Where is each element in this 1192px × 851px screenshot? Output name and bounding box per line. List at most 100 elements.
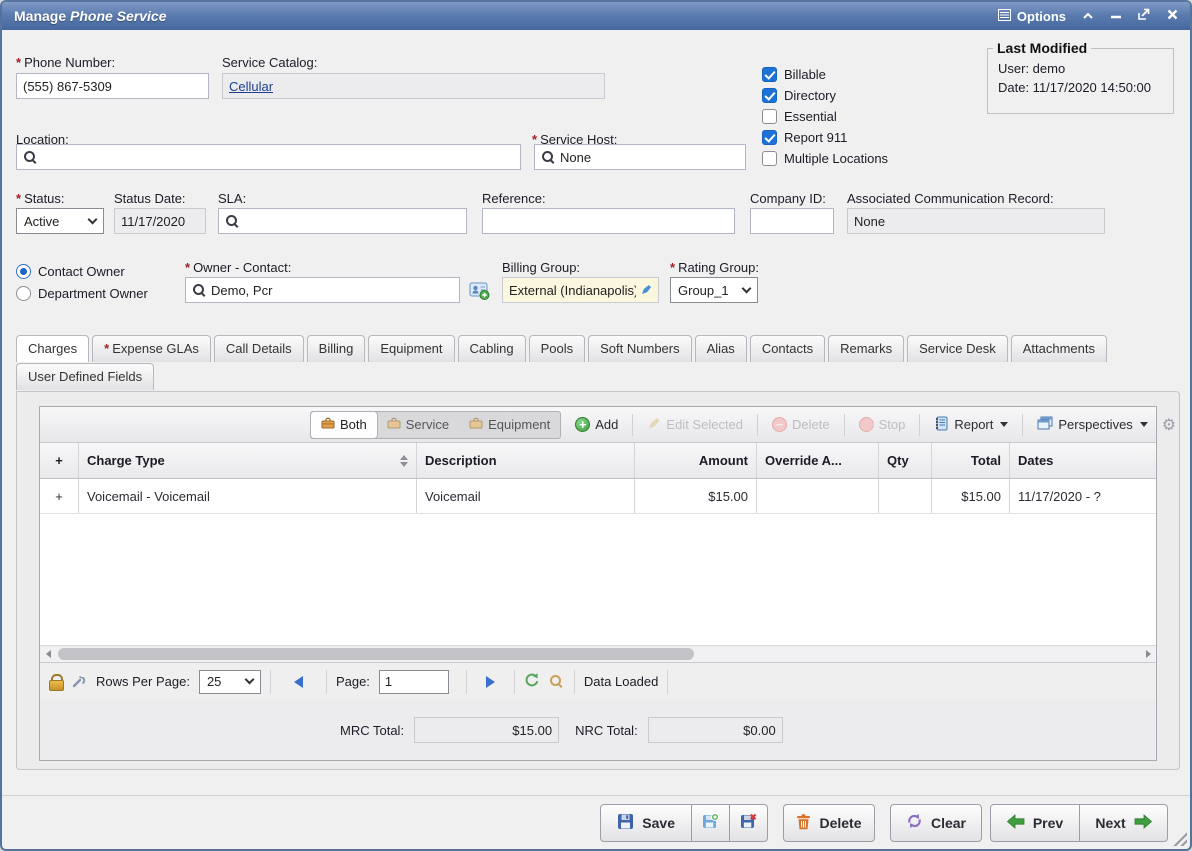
tab-billing[interactable]: Billing — [307, 335, 366, 362]
stop-button[interactable]: Stop — [852, 412, 913, 438]
contact-owner-label: Contact Owner — [38, 264, 125, 279]
chevron-down-icon — [88, 214, 98, 224]
reference-label: Reference: — [482, 191, 546, 206]
tab-remarks[interactable]: Remarks — [828, 335, 904, 362]
col-override-amount[interactable]: Override A... — [757, 443, 879, 478]
rating-group-select[interactable]: Group_1 — [670, 277, 758, 303]
previous-page-button[interactable] — [294, 676, 303, 688]
totals-bar: MRC Total: $15.00 NRC Total: $0.00 — [40, 700, 1156, 760]
next-button[interactable]: Next — [1080, 804, 1168, 842]
col-description[interactable]: Description — [417, 443, 635, 478]
tab-expense-glas[interactable]: *Expense GLAs — [92, 335, 211, 362]
close-button[interactable] — [1167, 7, 1178, 25]
save-and-new-button[interactable] — [692, 804, 730, 842]
col-total[interactable]: Total — [932, 443, 1010, 478]
edit-selected-button[interactable]: Edit Selected — [640, 412, 750, 438]
tab-attachments[interactable]: Attachments — [1011, 335, 1107, 362]
company-id-input[interactable] — [757, 214, 827, 229]
view-equipment-button[interactable]: Equipment — [459, 412, 560, 438]
add-icon: + — [575, 417, 590, 432]
status-select[interactable]: Active — [16, 208, 104, 234]
phone-number-label: *Phone Number: — [16, 55, 115, 70]
briefcase-icon — [321, 417, 335, 432]
tab-service-desk[interactable]: Service Desk — [907, 335, 1008, 362]
search-grid-icon[interactable] — [549, 674, 565, 690]
col-dates[interactable]: Dates — [1010, 443, 1156, 478]
location-input[interactable] — [42, 150, 514, 165]
scrollbar-thumb[interactable] — [58, 648, 694, 660]
contact-owner-radio[interactable] — [16, 264, 31, 279]
page-input[interactable] — [379, 670, 449, 694]
col-qty[interactable]: Qty — [879, 443, 932, 478]
scroll-left-arrow[interactable] — [40, 646, 56, 662]
sla-label: SLA: — [218, 191, 246, 206]
report-911-checkbox[interactable] — [762, 130, 777, 145]
reference-input[interactable] — [489, 214, 728, 229]
horizontal-scrollbar[interactable] — [40, 645, 1156, 662]
clear-button[interactable]: Clear — [890, 804, 982, 842]
scroll-right-arrow[interactable] — [1140, 646, 1156, 662]
rows-per-page-select[interactable]: 25 — [199, 670, 261, 694]
tab-equipment[interactable]: Equipment — [368, 335, 454, 362]
manage-phone-service-window: Manage Phone Service Options — [0, 0, 1192, 851]
tab-contacts[interactable]: Contacts — [750, 335, 825, 362]
tab-call-details[interactable]: Call Details — [214, 335, 304, 362]
delete-row-button[interactable]: − Delete — [765, 412, 837, 438]
lock-icon[interactable] — [49, 674, 63, 690]
col-amount[interactable]: Amount — [635, 443, 757, 478]
department-owner-radio[interactable] — [16, 286, 31, 301]
prev-button[interactable]: Prev — [990, 804, 1080, 842]
save-and-close-button[interactable] — [730, 804, 768, 842]
service-host-input[interactable] — [560, 150, 739, 165]
reference-field — [482, 208, 735, 234]
service-catalog-label: Service Catalog: — [222, 55, 317, 70]
required-marker: * — [16, 55, 21, 70]
edit-pencil-icon[interactable] — [641, 283, 652, 298]
owner-contact-input[interactable] — [211, 283, 453, 298]
table-row[interactable]: + Voicemail - Voicemail Voicemail $15.00… — [40, 479, 1156, 514]
report-button[interactable]: Report — [927, 412, 1015, 438]
close-icon — [1167, 7, 1178, 25]
perspectives-button[interactable]: Perspectives — [1030, 412, 1154, 438]
save-x-icon — [740, 813, 757, 833]
next-page-button[interactable] — [486, 676, 495, 688]
delete-button[interactable]: Delete — [783, 804, 875, 842]
tab-charges[interactable]: Charges — [16, 335, 89, 362]
tab-pools[interactable]: Pools — [529, 335, 586, 362]
titlebar: Manage Phone Service Options — [2, 2, 1190, 30]
directory-checkbox[interactable] — [762, 88, 777, 103]
col-expand[interactable]: + — [40, 443, 79, 478]
status-value: Active — [24, 214, 59, 229]
options-button[interactable]: Options — [998, 9, 1066, 24]
add-button[interactable]: + Add — [568, 412, 625, 438]
row-expand-button[interactable]: + — [40, 479, 79, 513]
tab-user-defined-fields[interactable]: User Defined Fields — [16, 363, 154, 390]
sort-icon[interactable] — [400, 455, 408, 467]
gear-icon[interactable]: ⚙ — [1162, 415, 1176, 435]
minimize-button[interactable] — [1110, 7, 1122, 25]
trash-icon — [796, 813, 811, 833]
tab-soft-numbers[interactable]: Soft Numbers — [588, 335, 691, 362]
view-both-button[interactable]: Both — [311, 412, 377, 438]
assoc-comm-record-label: Associated Communication Record: — [847, 191, 1054, 206]
save-button[interactable]: Save — [600, 804, 692, 842]
cell-charge-type: Voicemail - Voicemail — [79, 479, 417, 513]
briefcase-icon — [469, 417, 483, 432]
refresh-icon[interactable] — [524, 672, 540, 691]
service-catalog-link[interactable]: Cellular — [229, 79, 273, 94]
collapse-button[interactable] — [1082, 7, 1094, 25]
billable-checkbox[interactable] — [762, 67, 777, 82]
essential-checkbox[interactable] — [762, 109, 777, 124]
wrench-icon[interactable] — [72, 673, 87, 691]
multiple-locations-checkbox[interactable] — [762, 151, 777, 166]
tab-cabling[interactable]: Cabling — [458, 335, 526, 362]
arrow-right-icon — [1134, 814, 1152, 832]
phone-number-input[interactable] — [23, 79, 202, 94]
sla-input[interactable] — [244, 214, 460, 229]
tab-alias[interactable]: Alias — [695, 335, 747, 362]
col-charge-type[interactable]: Charge Type — [79, 443, 417, 478]
view-service-button[interactable]: Service — [377, 412, 459, 438]
rows-per-page-value: 25 — [207, 674, 221, 689]
popout-button[interactable] — [1138, 7, 1151, 25]
add-contact-button[interactable] — [468, 279, 490, 306]
